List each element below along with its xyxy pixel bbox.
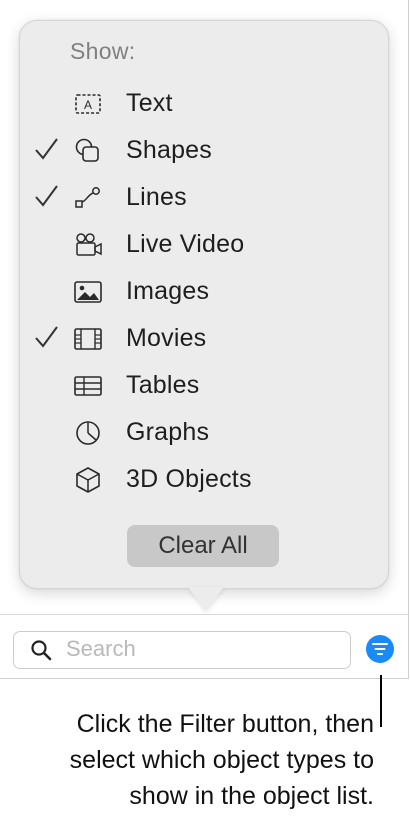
cube-icon xyxy=(76,467,100,493)
menu-item-label: Graphs xyxy=(126,418,210,446)
popover-title: Show: xyxy=(70,38,136,64)
shapes-icon xyxy=(75,138,99,162)
filter-icon xyxy=(372,643,388,655)
caption-line: show in the object list. xyxy=(129,782,374,810)
film-icon xyxy=(74,328,102,350)
menu-item-3d-objects[interactable]: 3D Objects xyxy=(28,460,358,500)
filter-button[interactable] xyxy=(366,635,394,663)
caption-line: select which object types to xyxy=(69,746,374,774)
image-icon xyxy=(74,281,102,303)
caption-line: Click the Filter button, then xyxy=(76,710,374,738)
callout-line xyxy=(380,675,382,727)
menu-item-movies[interactable]: Movies xyxy=(28,319,358,359)
menu-item-shapes[interactable]: Shapes xyxy=(28,131,358,171)
search-field[interactable] xyxy=(13,631,351,669)
text-box-icon: A xyxy=(75,94,101,114)
checkmark-icon xyxy=(35,138,58,160)
table-icon xyxy=(74,376,102,396)
search-input[interactable] xyxy=(66,633,336,665)
menu-item-label: 3D Objects xyxy=(126,465,252,493)
clear-all-button[interactable]: Clear All xyxy=(127,525,279,567)
menu-item-label: Text xyxy=(126,89,173,117)
menu-item-label: Shapes xyxy=(126,136,212,164)
checkmark-icon xyxy=(35,185,58,207)
menu-item-lines[interactable]: Lines xyxy=(28,178,358,218)
menu-item-label: Lines xyxy=(126,183,187,211)
menu-item-label: Movies xyxy=(126,324,207,352)
instruction-caption: Click the Filter button, then select whi… xyxy=(0,706,374,814)
pie-chart-icon xyxy=(76,421,100,445)
menu-item-graphs[interactable]: Graphs xyxy=(28,413,358,453)
menu-item-images[interactable]: Images xyxy=(28,272,358,312)
menu-item-label: Live Video xyxy=(126,230,245,258)
checkmark-icon xyxy=(35,326,58,348)
menu-item-text[interactable]: A Text xyxy=(28,84,358,124)
svg-text:A: A xyxy=(84,98,92,112)
search-icon xyxy=(31,640,52,661)
popover-arrow xyxy=(188,587,224,611)
live-video-icon xyxy=(76,233,102,256)
menu-item-live-video[interactable]: Live Video xyxy=(28,225,358,265)
menu-item-label: Tables xyxy=(126,371,200,399)
menu-item-label: Images xyxy=(126,277,210,305)
lines-icon xyxy=(75,187,100,208)
menu-item-tables[interactable]: Tables xyxy=(28,366,358,406)
toolbar-divider xyxy=(0,614,408,615)
